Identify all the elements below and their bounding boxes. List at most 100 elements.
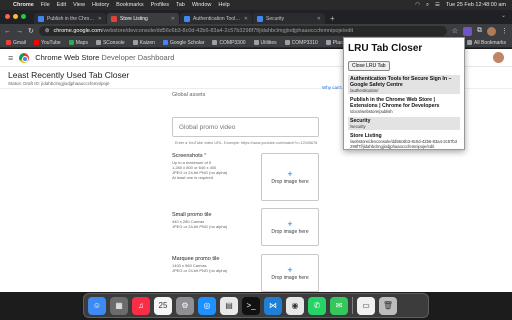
forward-icon[interactable]: → [16, 28, 23, 35]
menubar-app-name[interactable]: Chrome [13, 2, 34, 8]
tab-security[interactable]: Security ✕ [253, 13, 325, 24]
marquee-tile-label: Marquee promo tile [172, 256, 220, 262]
settings-icon[interactable]: ⚙ [176, 296, 194, 315]
tab-favicon-icon [184, 15, 190, 22]
folder-icon [212, 40, 218, 45]
wifi-icon[interactable]: ◠ [415, 2, 420, 8]
menu-view[interactable]: View [73, 2, 85, 8]
bookmark-label: Utilities [260, 39, 277, 46]
marquee-tile-dropzone[interactable]: + Drop image here [261, 254, 319, 292]
bookmark-kaizen[interactable]: Kaizen [132, 39, 155, 46]
extensions-icon[interactable]: ⧉ [477, 27, 482, 35]
bookmark-maps[interactable]: Maps [68, 40, 88, 46]
small-tile-label: Small promo tile [172, 212, 212, 218]
tab-title: Store Listing [120, 15, 148, 22]
close-tab-icon[interactable]: ✕ [98, 16, 102, 22]
folder-icon [467, 40, 473, 45]
folder-icon [253, 40, 259, 45]
bookmark-google-scholar[interactable]: Google Scholar [162, 40, 204, 46]
terminal-icon[interactable]: >_ [242, 296, 260, 315]
new-tab-button[interactable]: + [326, 13, 339, 24]
small-tile-section: Small promo tile 440 x 280 Canvas JPEG o… [172, 212, 227, 229]
reload-icon[interactable]: ↻ [28, 27, 34, 35]
close-tab-icon[interactable]: ✕ [317, 16, 321, 22]
screenshots-label-text: Screenshots [172, 153, 203, 159]
bookmark-label: COMP3300 [219, 39, 246, 46]
bookmark-folder-utilities[interactable]: Utilities [253, 39, 277, 46]
finder-icon[interactable]: ☺ [88, 296, 106, 315]
window-controls [5, 14, 26, 19]
messages-icon[interactable]: ✉ [330, 296, 348, 315]
close-lru-tab-button[interactable]: Close LRU Tab [348, 61, 390, 71]
dock-separator [352, 297, 353, 314]
control-center-icon[interactable]: ☰ [435, 2, 440, 8]
menubar-clock[interactable]: Tue 25 Feb 12:48:00 am [446, 2, 506, 8]
menu-file[interactable]: File [41, 2, 50, 8]
global-assets-heading: Global assets [172, 92, 206, 98]
menu-window[interactable]: Window [192, 2, 212, 8]
lru-extension-popup: LRU Tab Closer Close LRU Tab Authenticat… [343, 37, 465, 150]
close-tab-icon[interactable]: ✕ [171, 16, 175, 22]
minimize-window-button[interactable] [13, 14, 18, 19]
back-icon[interactable]: ← [4, 28, 11, 35]
close-window-button[interactable] [5, 14, 10, 19]
search-icon[interactable]: ⌕ [426, 2, 429, 9]
site-info-icon[interactable]: ⊜ [45, 28, 50, 34]
tab-title: Security [266, 15, 285, 22]
globe-icon [95, 40, 101, 45]
preview-icon[interactable]: ▤ [220, 296, 238, 315]
trash-icon[interactable]: 🗑 [379, 296, 397, 315]
promo-video-input[interactable]: Global promo video [172, 117, 319, 137]
hamburger-menu-icon[interactable]: ≡ [8, 53, 13, 63]
menu-tab[interactable]: Tab [176, 2, 185, 8]
vscode-icon[interactable]: ⋈ [264, 296, 282, 315]
menu-edit[interactable]: Edit [57, 2, 66, 8]
chrome-icon[interactable]: ◉ [286, 296, 304, 315]
bookmark-folder-comp3300[interactable]: COMP3300 [212, 39, 246, 46]
tab-title: Authentication Tools for Secure Sign In [193, 15, 241, 22]
bookmark-youtube[interactable]: YouTube [34, 40, 61, 46]
tab-search-icon[interactable]: ⌄ [501, 12, 506, 19]
zoom-window-button[interactable] [21, 14, 26, 19]
maps-icon [68, 40, 74, 45]
screenshots-desc-4: At least one is required [172, 175, 213, 180]
popup-tab-item[interactable]: Publish in the Chrome Web Store | Extens… [348, 96, 460, 115]
address-bar[interactable]: ⊜ chrome.google.com/webstore/devconsole/… [38, 26, 447, 36]
bookmark-label: Kaizen [139, 39, 155, 46]
popup-tab-item[interactable]: Store Listing /webstore/devconsole/dd56c… [348, 132, 460, 150]
screenshots-section: Screenshots * Up to a maximum of 5 1,280… [172, 153, 227, 180]
menu-history[interactable]: History [92, 2, 109, 8]
calendar-icon[interactable]: 25 [154, 296, 172, 315]
lru-extension-icon[interactable] [463, 26, 472, 36]
screenshots-dropzone[interactable]: + Drop image here [261, 153, 319, 201]
bookmark-label: COMP3310 [291, 39, 318, 46]
popup-tab-title: Authentication Tools for Secure Sign In … [350, 76, 452, 88]
close-tab-icon[interactable]: ✕ [244, 16, 248, 22]
launchpad-icon[interactable]: ▦ [110, 296, 128, 315]
tab-authentication[interactable]: Authentication Tools for Secure Sign In … [180, 13, 252, 24]
bookmark-star-icon[interactable]: ☆ [452, 27, 458, 35]
account-avatar[interactable] [493, 52, 504, 63]
cws-title[interactable]: Chrome Web Store Developer Dashboard [35, 53, 174, 62]
safari-icon[interactable]: ◎ [198, 296, 216, 315]
profile-avatar[interactable] [487, 26, 496, 36]
music-icon[interactable]: ♫ [132, 296, 150, 315]
popup-tab-item[interactable]: Security /security [348, 117, 460, 130]
whatsapp-icon[interactable]: ✆ [308, 296, 326, 315]
globe-icon [132, 40, 138, 45]
bookmark-folder-comp3310[interactable]: COMP3310 [284, 39, 318, 46]
popup-tab-item[interactable]: Authentication Tools for Secure Sign In … [348, 75, 460, 94]
dock: ☺ ▦ ♫ 25 ⚙ ◎ ▤ >_ ⋈ ◉ ✆ ✉ ▭ 🗑 [83, 293, 429, 318]
all-bookmarks-button[interactable]: All Bookmarks [467, 40, 506, 46]
menu-bookmarks[interactable]: Bookmarks [116, 2, 144, 8]
tab-publish[interactable]: Publish in the Chrome Web Store ✕ [34, 13, 106, 24]
document-icon[interactable]: ▭ [357, 296, 375, 315]
menu-profiles[interactable]: Profiles [151, 2, 169, 8]
bookmark-sconsole[interactable]: SConsole [95, 40, 125, 46]
menu-help[interactable]: Help [218, 2, 229, 8]
small-tile-dropzone[interactable]: + Drop image here [261, 208, 319, 246]
browser-menu-icon[interactable]: ⋮ [501, 27, 508, 35]
bookmark-gmail[interactable]: Gmail [6, 40, 26, 46]
tab-store-listing[interactable]: Store Listing ✕ [107, 13, 179, 24]
tab-favicon-icon [38, 15, 44, 22]
